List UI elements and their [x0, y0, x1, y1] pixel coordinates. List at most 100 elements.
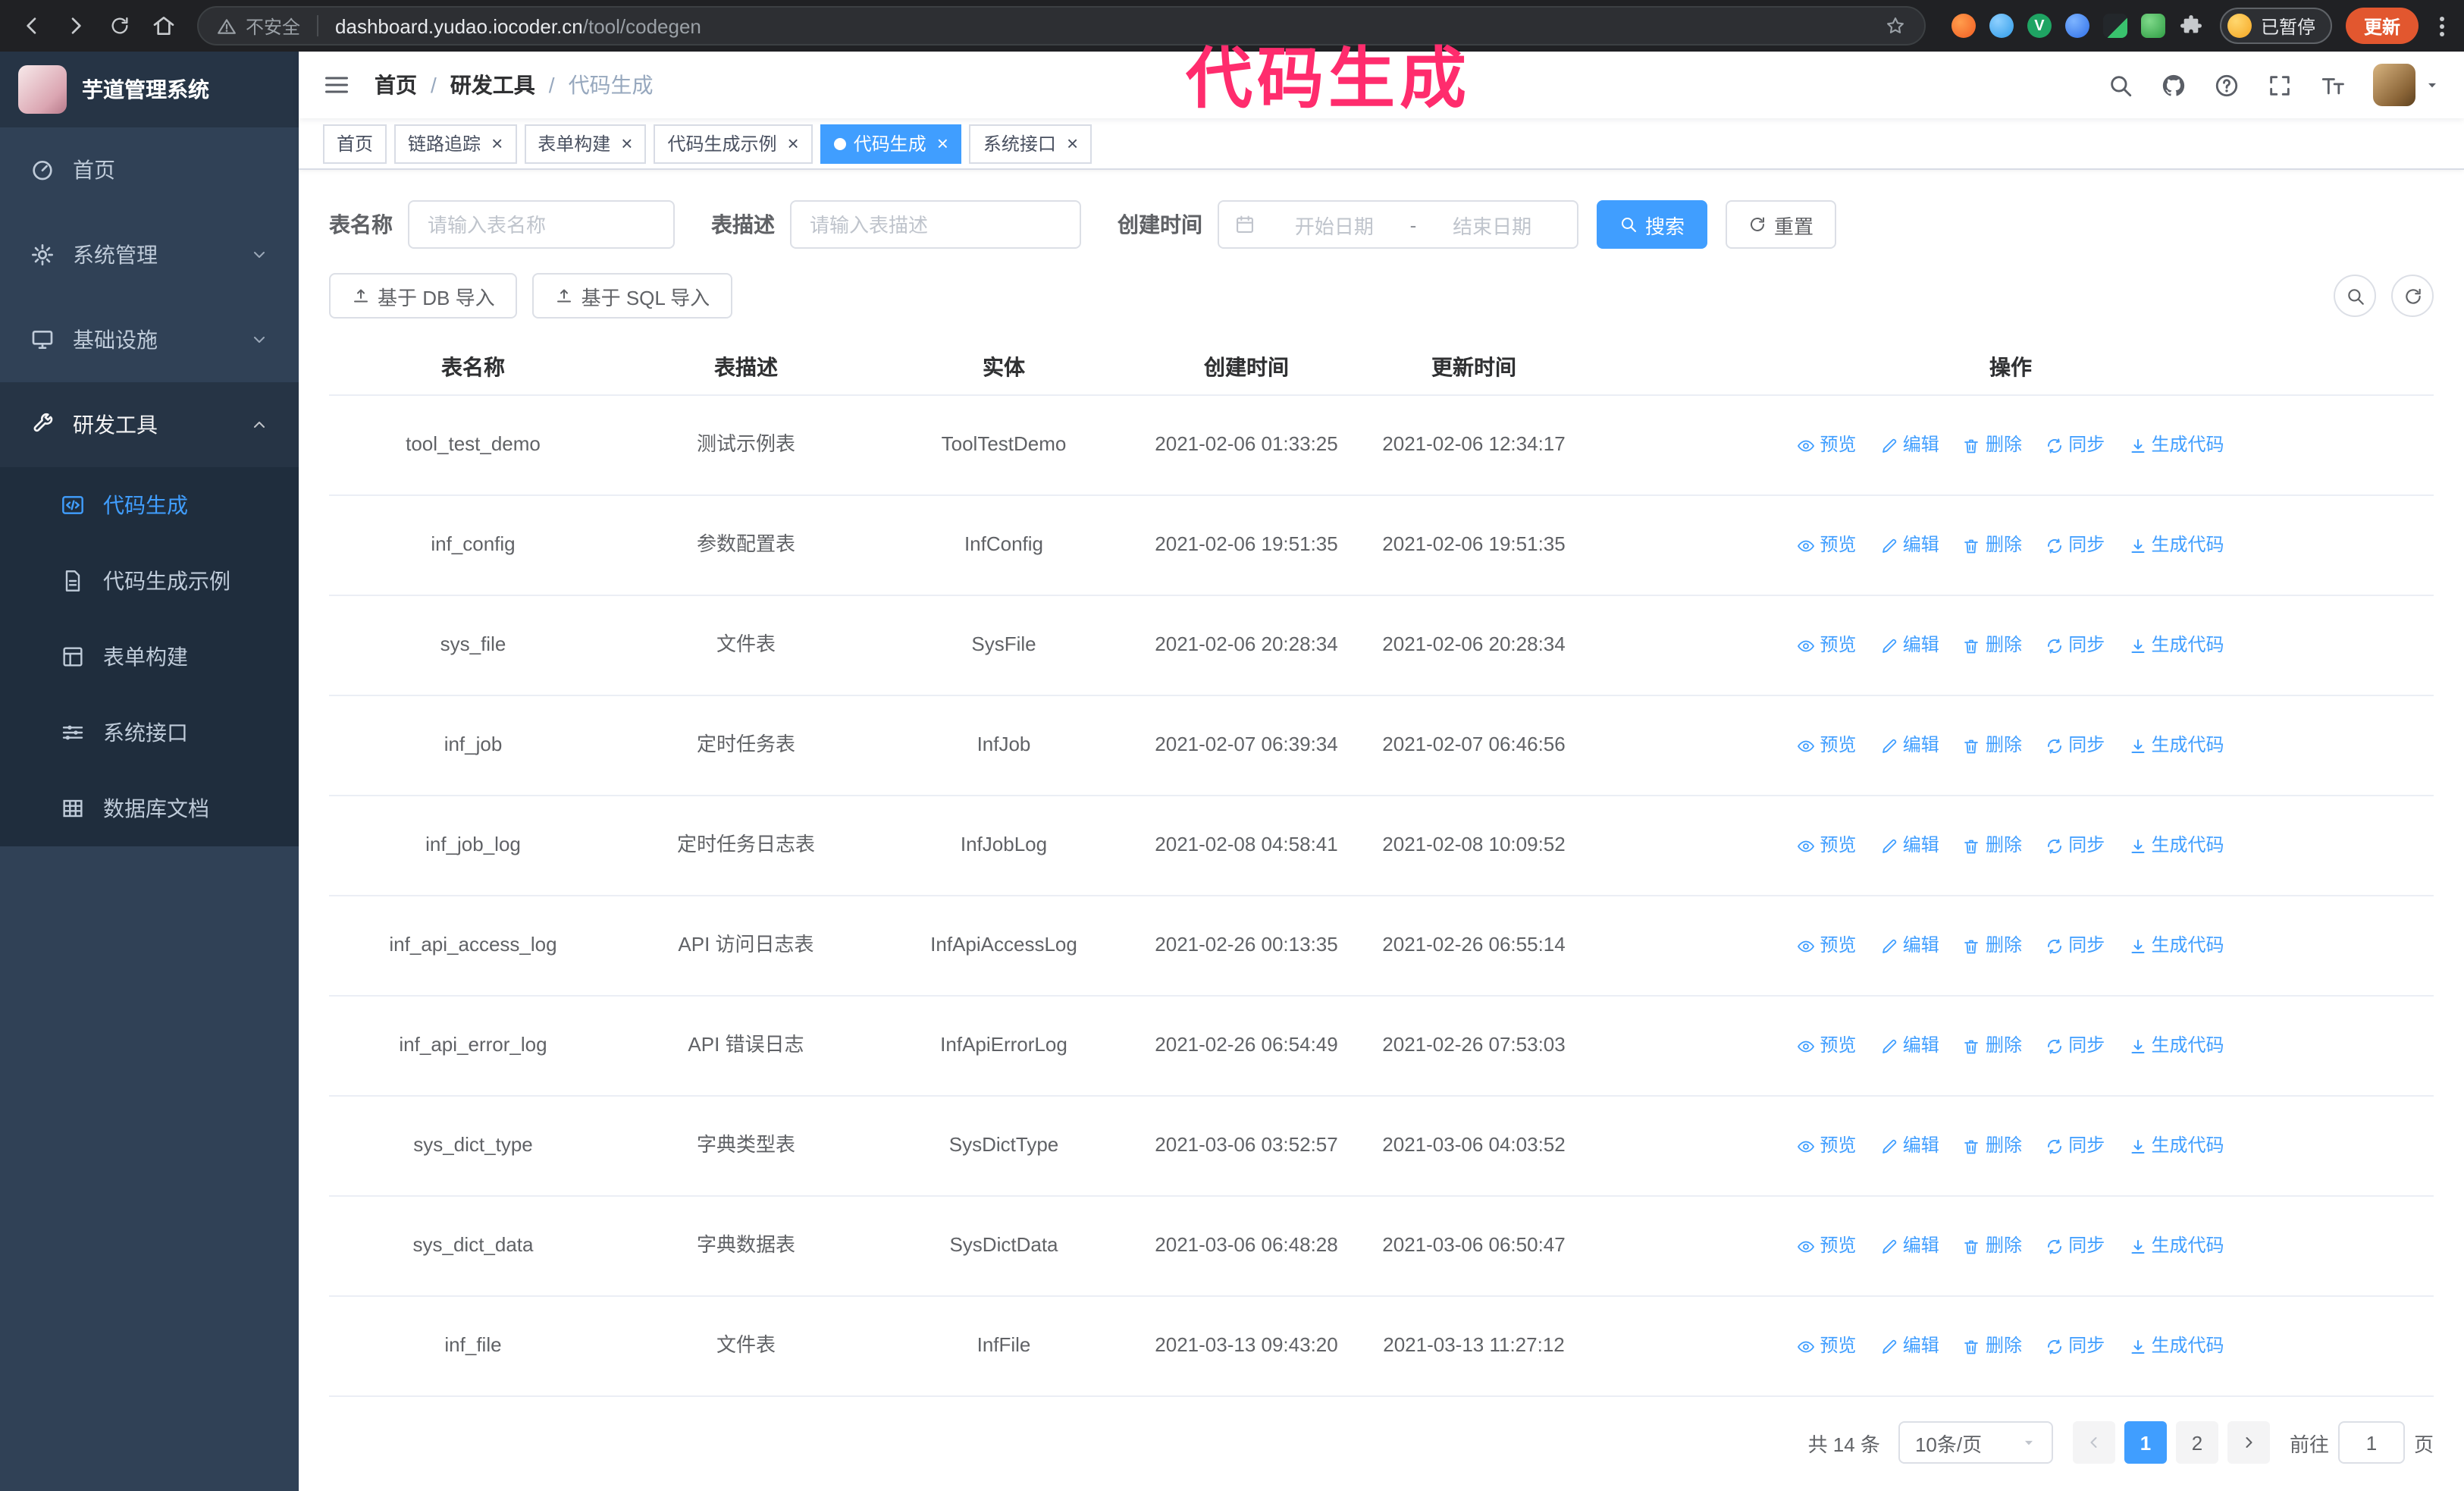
preview-link[interactable]: 预览 [1797, 431, 1856, 460]
breadcrumb-devtools[interactable]: 研发工具 [450, 70, 535, 100]
delete-link[interactable]: 删除 [1963, 1332, 2022, 1361]
extension-icon-v[interactable] [2027, 14, 2052, 38]
sync-link[interactable]: 同步 [2045, 1031, 2105, 1060]
generate-code-link[interactable]: 生成代码 [2129, 731, 2224, 760]
tab-tracing[interactable]: 链路追踪 × [394, 124, 517, 163]
extensions-puzzle-icon[interactable] [2179, 14, 2203, 38]
edit-link[interactable]: 编辑 [1880, 1132, 1939, 1160]
sidebar-item-system-api[interactable]: 系统接口 [0, 695, 299, 771]
preview-link[interactable]: 预览 [1797, 931, 1856, 960]
generate-code-link[interactable]: 生成代码 [2129, 931, 2224, 960]
sync-link[interactable]: 同步 [2045, 831, 2105, 860]
github-icon[interactable] [2161, 72, 2187, 98]
extension-icon-leaf[interactable] [2140, 14, 2165, 38]
generate-code-link[interactable]: 生成代码 [2129, 1232, 2224, 1260]
delete-link[interactable]: 删除 [1963, 531, 2022, 560]
search-icon[interactable] [2108, 72, 2133, 98]
sync-link[interactable]: 同步 [2045, 531, 2105, 560]
delete-link[interactable]: 删除 [1963, 731, 2022, 760]
edit-link[interactable]: 编辑 [1880, 931, 1939, 960]
app-logo[interactable]: 芋道管理系统 [0, 52, 299, 127]
profile-paused-badge[interactable]: 已暂停 [2219, 8, 2332, 44]
search-button[interactable]: 搜索 [1597, 200, 1708, 249]
delete-link[interactable]: 删除 [1963, 1232, 2022, 1260]
browser-forward-button[interactable] [56, 6, 96, 46]
generate-code-link[interactable]: 生成代码 [2129, 1132, 2224, 1160]
generate-code-link[interactable]: 生成代码 [2129, 531, 2224, 560]
tab-codegen-example[interactable]: 代码生成示例 × [654, 124, 813, 163]
generate-code-link[interactable]: 生成代码 [2129, 431, 2224, 460]
page-button-2[interactable]: 2 [2175, 1421, 2218, 1464]
prev-page-button[interactable] [2072, 1421, 2115, 1464]
generate-code-link[interactable]: 生成代码 [2129, 631, 2224, 660]
delete-link[interactable]: 删除 [1963, 931, 2022, 960]
browser-reload-button[interactable] [100, 6, 140, 46]
import-db-button[interactable]: 基于 DB 导入 [329, 273, 518, 319]
sidebar-item-codegen-example[interactable]: 代码生成示例 [0, 543, 299, 619]
sidebar-item-infrastructure[interactable]: 基础设施 [0, 297, 299, 382]
delete-link[interactable]: 删除 [1963, 631, 2022, 660]
preview-link[interactable]: 预览 [1797, 631, 1856, 660]
sidebar-item-form-builder[interactable]: 表单构建 [0, 619, 299, 695]
tab-codegen[interactable]: 代码生成 × [820, 124, 962, 163]
close-icon[interactable]: × [937, 133, 948, 153]
edit-link[interactable]: 编辑 [1880, 831, 1939, 860]
next-page-button[interactable] [2227, 1421, 2270, 1464]
font-size-icon[interactable] [2320, 72, 2346, 98]
close-icon[interactable]: × [788, 133, 799, 153]
breadcrumb-home[interactable]: 首页 [375, 70, 417, 100]
edit-link[interactable]: 编辑 [1880, 1031, 1939, 1060]
tab-home[interactable]: 首页 [323, 124, 387, 163]
delete-link[interactable]: 删除 [1963, 431, 2022, 460]
reset-button[interactable]: 重置 [1726, 200, 1837, 249]
user-menu[interactable] [2373, 64, 2440, 106]
sidebar-item-home[interactable]: 首页 [0, 127, 299, 212]
edit-link[interactable]: 编辑 [1880, 631, 1939, 660]
sync-link[interactable]: 同步 [2045, 631, 2105, 660]
sidebar-item-devtools[interactable]: 研发工具 [0, 382, 299, 467]
tab-form-builder[interactable]: 表单构建 × [524, 124, 647, 163]
preview-link[interactable]: 预览 [1797, 831, 1856, 860]
browser-home-button[interactable] [144, 6, 183, 46]
extension-icon-orange[interactable] [1951, 14, 1976, 38]
chrome-menu-icon[interactable] [2432, 10, 2452, 42]
preview-link[interactable]: 预览 [1797, 1232, 1856, 1260]
sync-link[interactable]: 同步 [2045, 1132, 2105, 1160]
page-button-1[interactable]: 1 [2124, 1421, 2167, 1464]
import-sql-button[interactable]: 基于 SQL 导入 [532, 273, 733, 319]
generate-code-link[interactable]: 生成代码 [2129, 1031, 2224, 1060]
close-icon[interactable]: × [621, 133, 632, 153]
table-desc-input[interactable] [790, 200, 1081, 249]
chrome-update-button[interactable]: 更新 [2345, 8, 2419, 44]
delete-link[interactable]: 删除 [1963, 831, 2022, 860]
delete-link[interactable]: 删除 [1963, 1132, 2022, 1160]
preview-link[interactable]: 预览 [1797, 731, 1856, 760]
generate-code-link[interactable]: 生成代码 [2129, 831, 2224, 860]
preview-link[interactable]: 预览 [1797, 1031, 1856, 1060]
page-size-select[interactable]: 10条/页 [1898, 1421, 2053, 1464]
sidebar-item-db-doc[interactable]: 数据库文档 [0, 771, 299, 846]
close-icon[interactable]: × [1067, 133, 1078, 153]
sync-link[interactable]: 同步 [2045, 1232, 2105, 1260]
refresh-table-button[interactable] [2391, 275, 2434, 317]
table-name-input[interactable] [408, 200, 675, 249]
extension-icon-translate[interactable] [2102, 14, 2127, 38]
hamburger-icon[interactable] [323, 71, 350, 99]
edit-link[interactable]: 编辑 [1880, 431, 1939, 460]
toggle-search-button[interactable] [2334, 275, 2376, 317]
delete-link[interactable]: 删除 [1963, 1031, 2022, 1060]
extension-icon-drop[interactable] [1989, 14, 2014, 38]
tab-system-api[interactable]: 系统接口 × [969, 124, 1092, 163]
edit-link[interactable]: 编辑 [1880, 1232, 1939, 1260]
address-bar[interactable]: 不安全 dashboard.yudao.iocoder.cn/tool/code… [197, 6, 1926, 46]
edit-link[interactable]: 编辑 [1880, 731, 1939, 760]
sync-link[interactable]: 同步 [2045, 431, 2105, 460]
fullscreen-icon[interactable] [2267, 72, 2293, 98]
sync-link[interactable]: 同步 [2045, 931, 2105, 960]
bookmark-star-icon[interactable] [1885, 15, 1906, 36]
sidebar-item-system-management[interactable]: 系统管理 [0, 212, 299, 297]
goto-page-input[interactable] [2337, 1421, 2405, 1464]
edit-link[interactable]: 编辑 [1880, 1332, 1939, 1361]
preview-link[interactable]: 预览 [1797, 1332, 1856, 1361]
extension-icon-people[interactable] [2064, 14, 2089, 38]
